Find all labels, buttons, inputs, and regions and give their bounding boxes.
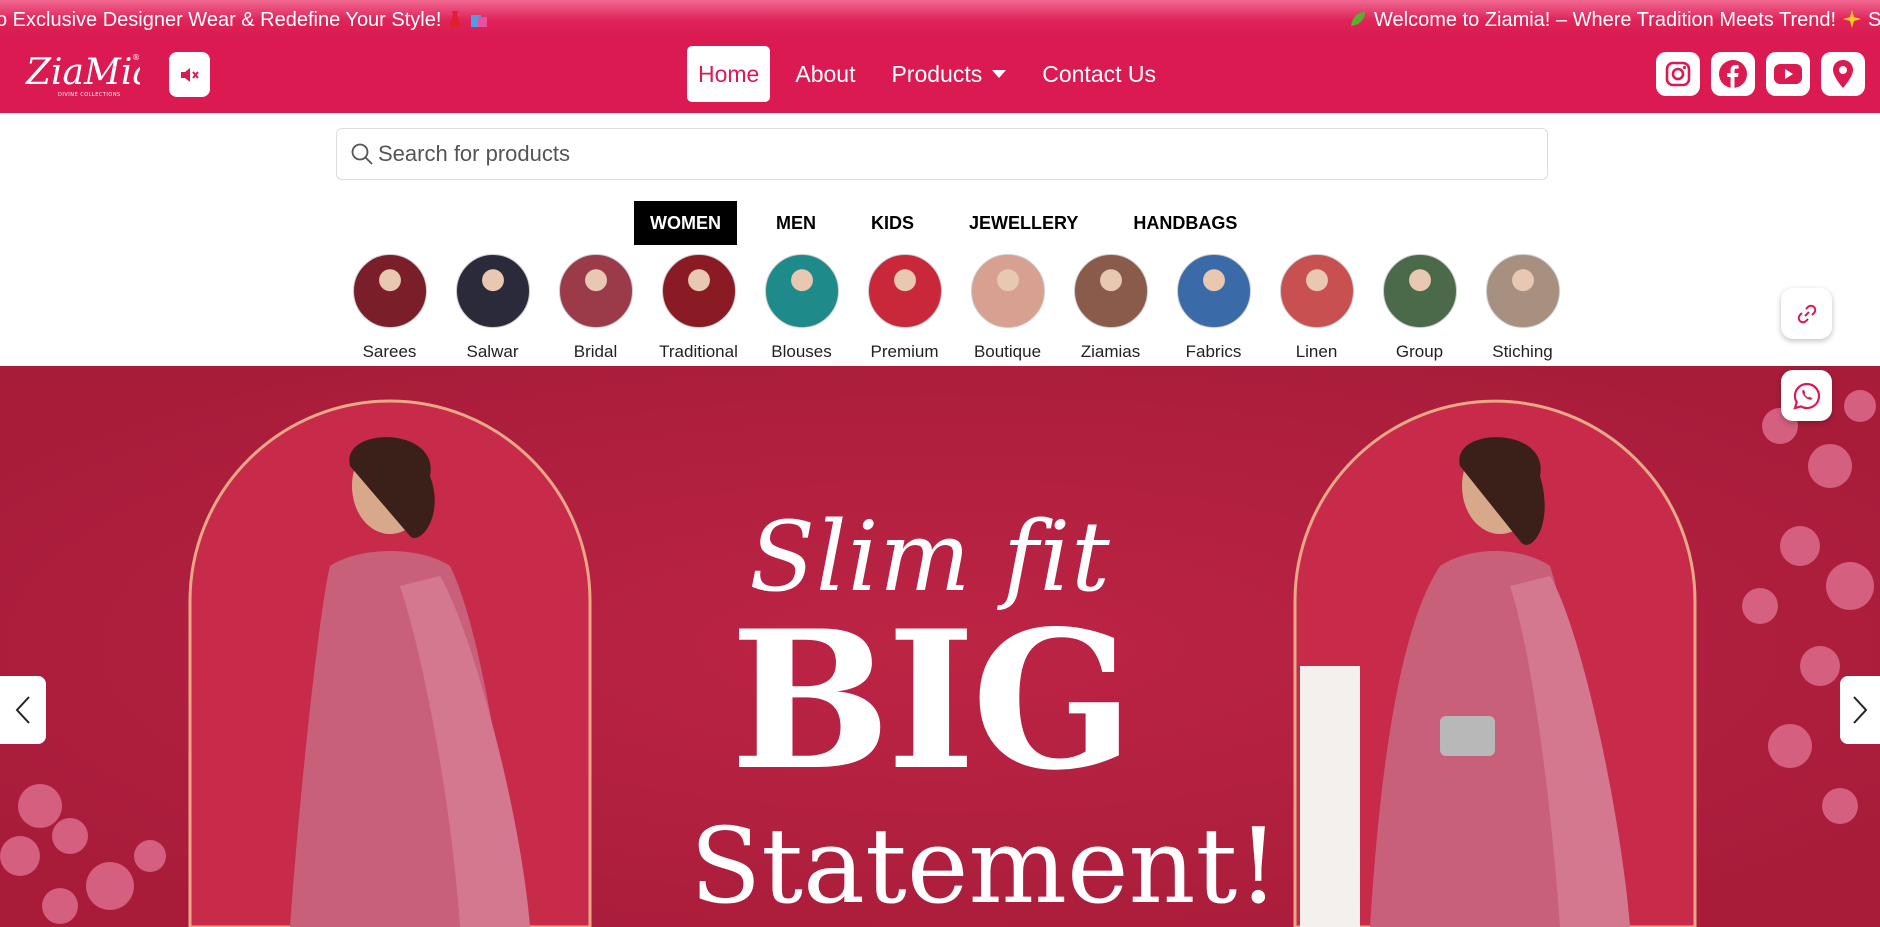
- nav-products-dropdown[interactable]: Products: [880, 46, 1017, 102]
- subcategory-blouses[interactable]: Blouses: [750, 254, 853, 362]
- search-input[interactable]: [378, 135, 1528, 173]
- youtube-button[interactable]: [1766, 52, 1810, 96]
- subcategory-label: Traditional: [659, 342, 738, 361]
- subcategory-thumbnail: [661, 254, 736, 328]
- tab-men[interactable]: MEN: [760, 201, 832, 245]
- tab-women[interactable]: WOMEN: [634, 201, 737, 245]
- hero-headline-line2: BIG: [730, 589, 1134, 812]
- subcategory-ziamias[interactable]: Ziamias: [1059, 254, 1162, 362]
- tab-handbags[interactable]: HANDBAGS: [1117, 201, 1253, 245]
- subcategory-thumbnail: [1485, 254, 1560, 328]
- subcategory-stiching[interactable]: Stiching: [1471, 254, 1574, 362]
- volume-mute-icon: [180, 67, 199, 82]
- nav-about-link[interactable]: About: [784, 46, 866, 102]
- nav-contact-link[interactable]: Contact Us: [1031, 46, 1167, 102]
- share-link-button[interactable]: [1781, 288, 1832, 339]
- subcategory-thumbnail: [764, 254, 839, 328]
- whatsapp-button[interactable]: [1781, 370, 1832, 421]
- location-button[interactable]: [1821, 52, 1865, 96]
- subcategory-label: Blouses: [771, 342, 832, 361]
- whatsapp-icon: [1792, 382, 1820, 410]
- tab-kids[interactable]: KIDS: [855, 201, 930, 245]
- instagram-icon: [1665, 61, 1691, 87]
- subcategory-label: Stiching: [1492, 342, 1553, 361]
- subcategory-group[interactable]: Group: [1368, 254, 1471, 362]
- subcategory-bridal[interactable]: Bridal: [544, 254, 647, 362]
- subcategory-label: Fabrics: [1185, 342, 1242, 361]
- subcategory-thumbnail: [1176, 254, 1251, 328]
- hero-banner: Slim fit BIG Statement!: [0, 366, 1880, 927]
- subcategory-label: Salwar: [466, 342, 519, 361]
- subcategory-boutique[interactable]: Boutique: [956, 254, 1059, 362]
- subcategory-label: Ziamias: [1080, 342, 1141, 361]
- ziamia-logo-icon: ZiaMia ® DIVINE COLLECTIONS: [25, 52, 154, 98]
- svg-text:®: ®: [132, 53, 140, 62]
- youtube-icon: [1774, 64, 1802, 84]
- subcategory-label: Linen: [1295, 342, 1338, 361]
- facebook-icon: [1719, 60, 1747, 88]
- caret-down-icon: [992, 70, 1007, 78]
- subcategory-list: Sarees Salwar Bridal Traditional Blouses Prem…: [338, 254, 1574, 362]
- marquee-text-left: o Exclusive Designer Wear & Redefine You…: [0, 0, 489, 36]
- subcategory-linen[interactable]: Linen: [1265, 254, 1368, 362]
- hero-headline-line3: Statement!: [690, 805, 1280, 927]
- dress-emoji-icon: [449, 11, 462, 27]
- svg-text:DIVINE COLLECTIONS: DIVINE COLLECTIONS: [58, 92, 121, 98]
- tab-jewellery[interactable]: JEWELLERY: [953, 201, 1094, 245]
- facebook-button[interactable]: [1711, 52, 1755, 96]
- subcategory-label: Bridal: [573, 342, 618, 361]
- slider-prev-button[interactable]: [0, 676, 46, 744]
- subcategory-label: Sarees: [362, 342, 417, 361]
- subcategory-thumbnail: [1073, 254, 1148, 328]
- subcategory-thumbnail: [970, 254, 1045, 328]
- subcategory-thumbnail: [1382, 254, 1457, 328]
- subcategory-thumbnail: [352, 254, 427, 328]
- chevron-right-icon: [1853, 696, 1868, 724]
- mute-toggle-button[interactable]: [169, 52, 210, 97]
- subcategory-premium[interactable]: Premium: [853, 254, 956, 362]
- subcategory-salwar[interactable]: Salwar: [441, 254, 544, 362]
- subcategory-thumbnail: [867, 254, 942, 328]
- instagram-button[interactable]: [1656, 52, 1700, 96]
- sparkles-emoji-icon: [1843, 10, 1862, 28]
- announcement-marquee: o Exclusive Designer Wear & Redefine You…: [0, 0, 1880, 36]
- nav-links: Home About Products Contact Us: [687, 46, 1181, 102]
- subcategory-thumbnail: [455, 254, 530, 328]
- main-navbar: ZiaMia ® DIVINE COLLECTIONS Home About P…: [0, 36, 1880, 113]
- brand-logo[interactable]: ZiaMia ® DIVINE COLLECTIONS: [24, 46, 154, 102]
- shopping-bags-emoji-icon: [471, 15, 488, 27]
- nav-products-label: Products: [891, 61, 983, 87]
- category-tabs: WOMEN MEN KIDS JEWELLERY HANDBAGS: [634, 201, 1276, 245]
- link-icon: [1797, 304, 1816, 323]
- slider-next-button[interactable]: [1840, 676, 1880, 744]
- leaf-emoji-icon: [1351, 12, 1365, 26]
- subcategory-thumbnail: [558, 254, 633, 328]
- chevron-left-icon: [15, 696, 30, 724]
- location-pin-icon: [1833, 60, 1853, 88]
- subcategory-label: Boutique: [973, 342, 1042, 361]
- nav-home-link[interactable]: Home: [687, 46, 771, 102]
- search-icon: [351, 143, 373, 165]
- marquee-text-right: Welcome to Ziamia! – Where Tradition Mee…: [1348, 0, 1880, 36]
- subcategory-traditional[interactable]: Traditional: [647, 254, 750, 362]
- subcategory-label: Premium: [870, 342, 939, 361]
- svg-text:ZiaMia: ZiaMia: [25, 52, 140, 93]
- subcategory-sarees[interactable]: Sarees: [338, 254, 441, 362]
- subcategory-thumbnail: [1279, 254, 1354, 328]
- subcategory-fabrics[interactable]: Fabrics: [1162, 254, 1265, 362]
- subcategory-label: Group: [1395, 342, 1444, 361]
- product-search-bar: [336, 128, 1548, 180]
